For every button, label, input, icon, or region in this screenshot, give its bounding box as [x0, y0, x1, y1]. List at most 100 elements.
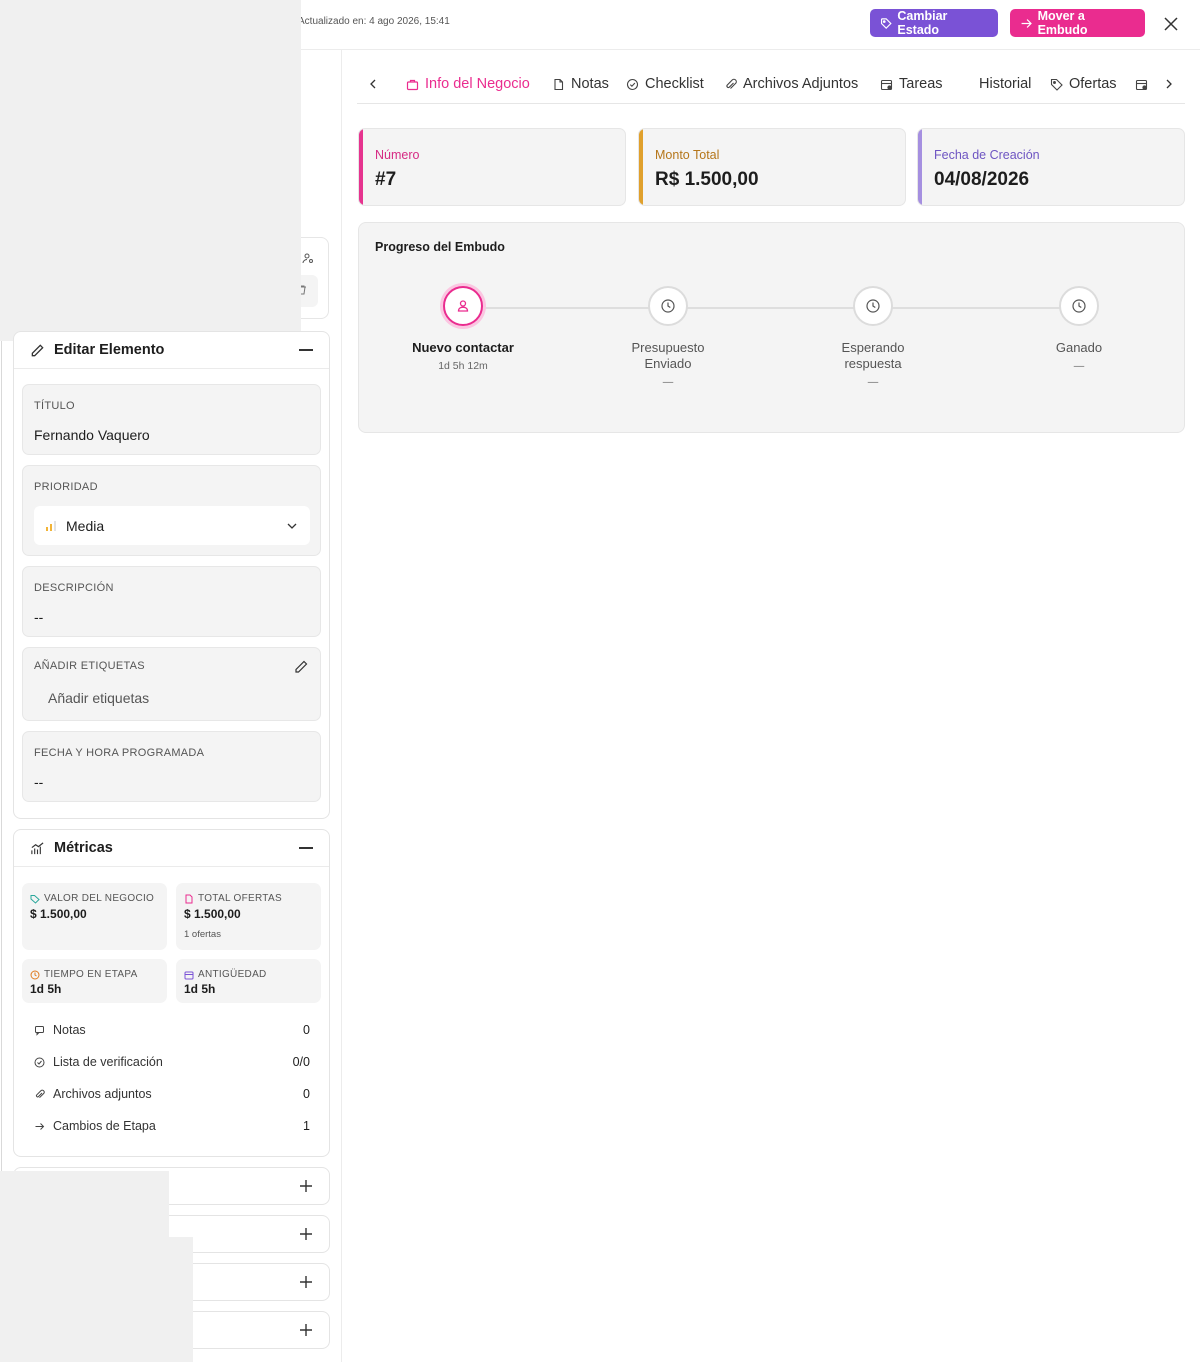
stat-label: Número [375, 148, 420, 162]
left-edge-line [1, 341, 2, 1171]
stat-value: #7 [375, 169, 397, 190]
edit-panel-header[interactable]: Editar Elemento [14, 332, 329, 369]
tab-notas[interactable]: Notas [552, 76, 609, 92]
row-value: 1 [303, 1119, 310, 1133]
user-icon [457, 300, 469, 312]
tab-label: Info del Negocio [425, 76, 530, 92]
metric-label-wrap: ANTIGÜEDAD [184, 969, 267, 980]
row-label: Lista de verificación [53, 1055, 163, 1069]
tab-label: Checklist [645, 76, 704, 92]
calendar-icon[interactable] [1135, 78, 1148, 91]
tags-placeholder[interactable]: Añadir etiquetas [48, 690, 149, 706]
change-status-button[interactable]: Cambiar Estado [870, 9, 998, 37]
stat-label: Monto Total [655, 148, 720, 162]
user-settings-icon[interactable] [302, 252, 314, 264]
metric-value: $ 1.500,00 [30, 907, 87, 921]
bag-icon [406, 79, 419, 90]
redacted-area [0, 0, 301, 341]
stage-name: Esperando respuesta [841, 340, 905, 371]
tab-ofertas[interactable]: Ofertas [1050, 76, 1117, 92]
metric-row-checklist: Lista de verificación 0/0 [34, 1052, 310, 1072]
title-field[interactable]: TÍTULO Fernando Vaquero [22, 384, 321, 455]
metric-label: TIEMPO EN ETAPA [44, 969, 138, 980]
metric-card-age: ANTIGÜEDAD 1d 5h [176, 959, 321, 1003]
stage-node [443, 286, 483, 326]
move-funnel-label: Mover a Embudo [1037, 9, 1088, 37]
clock-icon [661, 299, 675, 313]
stage-name: Presupuesto Enviado [631, 340, 705, 371]
edit-tags-icon[interactable] [294, 660, 308, 674]
metric-row-attachments: Archivos adjuntos 0 [34, 1084, 310, 1104]
priority-select[interactable]: Media [34, 506, 310, 545]
tags-label: AÑADIR ETIQUETAS [34, 660, 145, 672]
panel-divider [341, 50, 342, 1362]
expand-icon[interactable] [299, 1275, 313, 1289]
clock-icon [1072, 299, 1086, 313]
calendar-icon [184, 971, 194, 979]
tab-label: Historial [979, 76, 1032, 92]
metrics-panel: Métricas VALOR DEL NEGOCIO $ 1.500,00 TO… [13, 829, 330, 1157]
chevron-down-icon [287, 523, 297, 529]
tag-icon [880, 17, 892, 29]
row-value: 0 [303, 1087, 310, 1101]
paperclip-icon [35, 1089, 45, 1098]
metric-label: TOTAL OFERTAS [198, 893, 282, 904]
arrow-right-icon [35, 1122, 45, 1130]
tab-label: Notas [571, 76, 609, 92]
collapse-icon[interactable] [299, 349, 313, 351]
tag-icon [1050, 78, 1063, 91]
tab-archivos[interactable]: Archivos Adjuntos [724, 76, 858, 92]
metric-label-wrap: TIEMPO EN ETAPA [30, 969, 138, 980]
move-funnel-button[interactable]: Mover a Embudo [1010, 9, 1145, 37]
metrics-panel-header[interactable]: Métricas [14, 830, 329, 867]
title-value: Fernando Vaquero [34, 427, 150, 443]
metric-label-wrap: TOTAL OFERTAS [184, 893, 282, 904]
tab-checklist[interactable]: Checklist [626, 76, 704, 92]
description-field[interactable]: DESCRIPCIÓN -- [22, 566, 321, 637]
schedule-label: FECHA Y HORA PROGRAMADA [34, 747, 205, 759]
paperclip-icon [726, 78, 737, 89]
clock-icon [30, 970, 40, 979]
metric-card-stage-time: TIEMPO EN ETAPA 1d 5h [22, 959, 167, 1003]
check-circle-icon [34, 1057, 45, 1067]
row-label: Cambios de Etapa [53, 1119, 156, 1133]
redacted-area [0, 1237, 193, 1362]
chevron-left-icon[interactable] [367, 78, 379, 90]
stat-accent-bar [639, 129, 643, 205]
stage-node [648, 286, 688, 326]
stage-time: — [1073, 360, 1085, 372]
stat-label: Fecha de Creación [934, 148, 1040, 162]
pencil-icon [31, 343, 44, 356]
priority-bars-icon [46, 520, 56, 531]
schedule-field[interactable]: FECHA Y HORA PROGRAMADA -- [22, 731, 321, 802]
expand-icon[interactable] [299, 1323, 313, 1337]
chevron-right-icon[interactable] [1163, 78, 1175, 90]
close-icon[interactable] [1160, 13, 1182, 35]
tab-historial[interactable]: Historial [979, 76, 1031, 92]
edit-panel-title: Editar Elemento [54, 342, 165, 358]
tab-bar: Info del Negocio Notas Checklist Archivo… [357, 64, 1185, 104]
expand-icon[interactable] [299, 1227, 313, 1241]
priority-label: PRIORIDAD [34, 481, 98, 493]
expand-icon[interactable] [299, 1179, 313, 1193]
stage-time: 1d 5h 12m [438, 360, 488, 372]
updated-timestamp: Actualizado en: 4 ago 2026, 15:41 [298, 16, 450, 27]
metric-card-deal-value: VALOR DEL NEGOCIO $ 1.500,00 [22, 883, 167, 950]
tab-tareas[interactable]: Tareas [880, 76, 943, 92]
description-label: DESCRIPCIÓN [34, 582, 114, 594]
stage-name: Nuevo contactar [412, 340, 514, 355]
priority-field: PRIORIDAD Media [22, 465, 321, 556]
row-value: 0/0 [292, 1055, 310, 1069]
priority-value: Media [66, 517, 105, 534]
tab-info-negocio[interactable]: Info del Negocio [406, 76, 530, 92]
stat-card-total-amount: Monto Total R$ 1.500,00 [638, 128, 906, 206]
clock-icon [866, 299, 880, 313]
change-status-label: Cambiar Estado [897, 9, 948, 37]
collapse-icon[interactable] [299, 847, 313, 849]
funnel-progress-line [463, 307, 1080, 309]
chart-icon [31, 841, 44, 854]
stage-name: Ganado [1055, 340, 1103, 355]
metric-value: $ 1.500,00 [184, 907, 241, 921]
title-label: TÍTULO [34, 400, 75, 412]
edit-element-panel: Editar Elemento TÍTULO Fernando Vaquero … [13, 331, 330, 819]
